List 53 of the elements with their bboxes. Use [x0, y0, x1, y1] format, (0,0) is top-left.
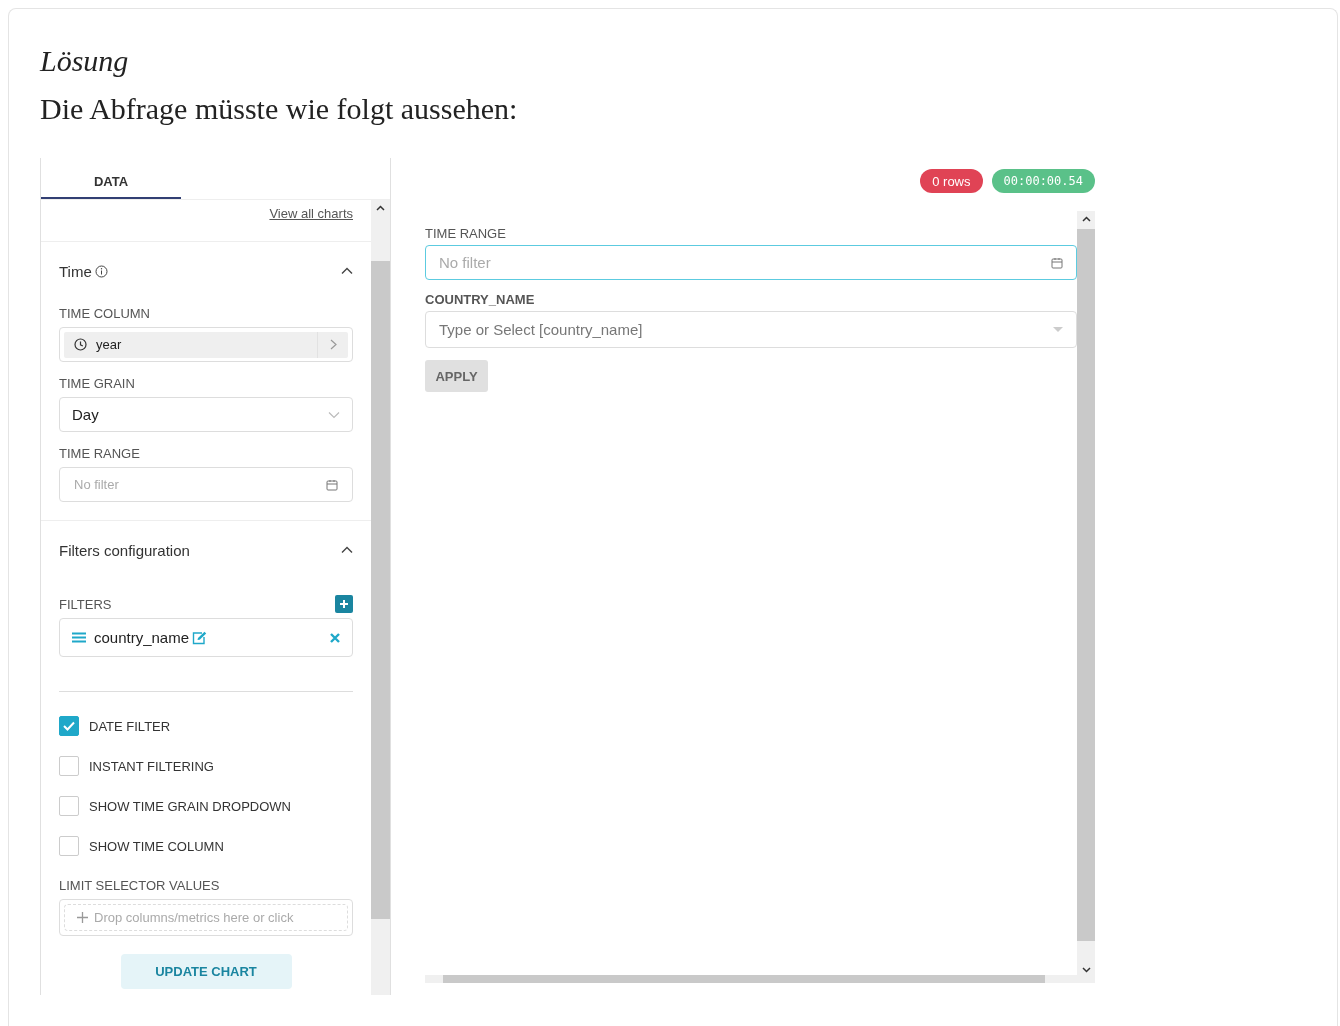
clock-icon	[74, 338, 87, 351]
drop-area[interactable]: Drop columns/metrics here or click	[59, 899, 353, 936]
remove-icon[interactable]	[330, 632, 340, 643]
calendar-icon	[326, 478, 338, 491]
row-count-badge: 0 rows	[920, 169, 983, 193]
field-label: COUNTRY_NAME	[425, 292, 536, 307]
section-title: Filters configuration	[59, 541, 190, 559]
scrollbar-thumb[interactable]	[1077, 229, 1095, 941]
section-title: Time	[59, 262, 92, 280]
time-range-field[interactable]: No filter	[59, 467, 353, 502]
scroll-down-icon	[1081, 967, 1091, 973]
plus-icon	[339, 599, 349, 609]
checkbox[interactable]	[59, 796, 79, 816]
time-column-field[interactable]: year	[59, 327, 353, 362]
apply-button[interactable]: APPLY	[425, 360, 488, 392]
time-range-field[interactable]: No filter	[425, 245, 1077, 280]
add-filter-button[interactable]	[335, 595, 353, 613]
plus-icon	[77, 912, 88, 923]
checkbox[interactable]	[59, 756, 79, 776]
field-label: FILTERS	[59, 596, 112, 612]
field-label: TIME RANGE	[425, 226, 507, 241]
checkbox[interactable]	[59, 836, 79, 856]
drag-handle-icon	[72, 632, 86, 643]
scrollbar-thumb[interactable]	[371, 261, 390, 919]
checkbox-label: SHOW TIME GRAIN DROPDOWN	[89, 798, 291, 814]
chevron-right-icon	[329, 339, 337, 350]
field-label: TIME GRAIN	[59, 376, 136, 391]
checkbox-label: DATE FILTER	[89, 718, 171, 734]
field-label: TIME RANGE	[59, 446, 141, 461]
edit-icon	[192, 630, 208, 645]
scroll-up-icon	[376, 205, 385, 211]
tab[interactable]: DATA	[41, 158, 181, 199]
field-label: LIMIT SELECTOR VALUES	[59, 878, 221, 893]
field-label: TIME COLUMN	[59, 306, 151, 321]
chevron-down-icon	[328, 410, 340, 419]
calendar-icon	[1051, 256, 1063, 269]
checkbox[interactable]	[59, 716, 79, 736]
checkbox-label: SHOW TIME COLUMN	[89, 838, 224, 854]
chevron-up-icon[interactable]	[341, 267, 353, 275]
chevron-up-icon[interactable]	[341, 546, 353, 554]
select-field[interactable]: Type or Select [country_name]	[425, 311, 1077, 348]
scrollbar-thumb[interactable]	[443, 975, 1045, 983]
solution-heading: Lösung	[40, 43, 130, 79]
intro-text: Die Abfrage müsste wie folgt aussehen:	[40, 91, 519, 127]
check-icon	[63, 721, 75, 731]
select-field[interactable]: Day	[59, 397, 353, 432]
duration-badge: 00:00:00.54	[991, 169, 1095, 193]
update-chart-button[interactable]: UPDATE CHART	[120, 954, 292, 989]
checkbox-label: INSTANT FILTERING	[89, 758, 214, 774]
dropdown-caret-icon	[1053, 327, 1063, 332]
scroll-up-icon	[1081, 216, 1091, 222]
view-all-charts-link[interactable]: View all charts	[269, 206, 353, 222]
filter-item[interactable]: country_name	[59, 618, 353, 657]
